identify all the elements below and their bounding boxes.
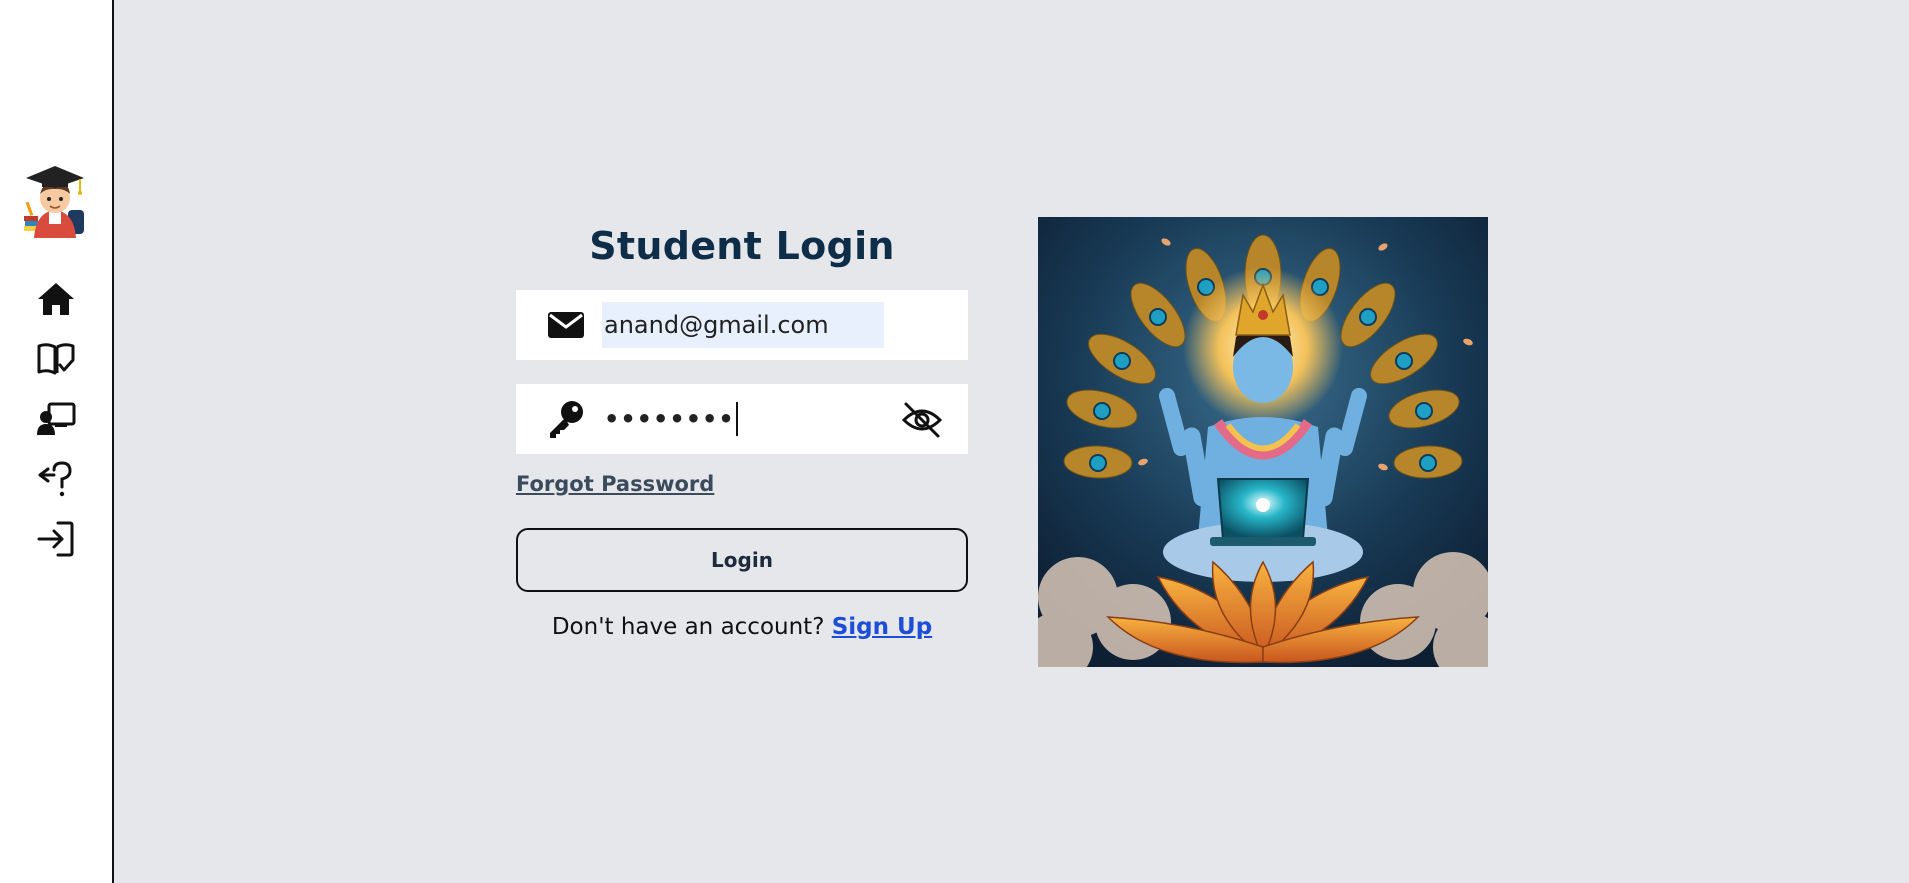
password-mask: •••••••• <box>604 405 735 433</box>
nav-courses[interactable] <box>34 337 78 381</box>
deity-illustration-icon <box>1038 217 1488 667</box>
key-icon <box>550 401 583 438</box>
nav-login[interactable] <box>34 517 78 561</box>
home-icon <box>38 283 74 315</box>
teacher-presentation-icon <box>37 402 76 435</box>
login-button[interactable]: Login <box>516 528 968 592</box>
signup-prompt-line: Don't have an account? Sign Up <box>516 614 968 640</box>
email-field[interactable]: anand@gmail.com <box>516 290 968 360</box>
sidebar <box>0 0 114 883</box>
nav-help[interactable] <box>34 457 78 501</box>
forgot-password-link[interactable]: Forgot Password <box>516 472 714 496</box>
back-question-icon <box>38 461 72 497</box>
login-arrow-icon <box>37 521 74 557</box>
signup-link[interactable]: Sign Up <box>832 614 932 640</box>
open-book-check-icon <box>37 343 75 375</box>
student-avatar-icon <box>24 166 86 238</box>
hero-illustration <box>1038 217 1488 667</box>
nav-teachers[interactable] <box>34 397 78 441</box>
email-input[interactable]: anand@gmail.com <box>602 302 884 348</box>
eye-slash-icon[interactable] <box>900 398 944 442</box>
page-title: Student Login <box>589 224 895 268</box>
password-input[interactable]: •••••••• <box>602 396 852 442</box>
signup-prompt-text: Don't have an account? <box>551 614 825 640</box>
nav-home[interactable] <box>34 277 78 321</box>
envelope-icon <box>548 312 584 338</box>
text-caret <box>735 402 738 436</box>
password-field[interactable]: •••••••• <box>516 384 968 454</box>
